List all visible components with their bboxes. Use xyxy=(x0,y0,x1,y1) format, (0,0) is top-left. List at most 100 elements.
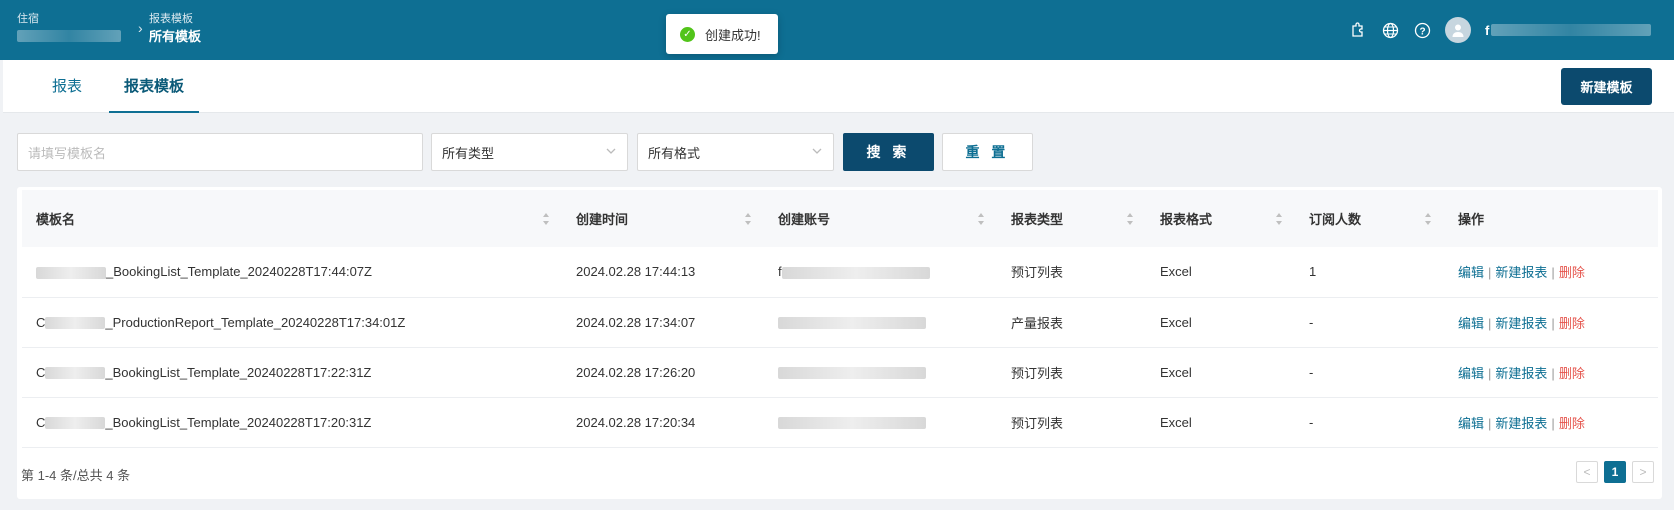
name-prefix: C xyxy=(36,364,46,380)
breadcrumb-root[interactable]: 住宿 xyxy=(17,12,121,45)
breadcrumb-separator-icon: › xyxy=(138,20,143,36)
cell-actions: 编辑 | 新建报表 | 删除 xyxy=(1444,297,1658,348)
cell-template-name: C _BookingList_Template_20240228T17:20:31… xyxy=(22,397,562,448)
edit-link[interactable]: 编辑 xyxy=(1458,265,1484,280)
type-select-value: 所有类型 xyxy=(442,145,495,161)
column-header-type[interactable]: 报表类型 xyxy=(997,190,1146,247)
puzzle-icon[interactable] xyxy=(1349,21,1367,39)
sort-icon[interactable] xyxy=(1424,212,1432,226)
cell-report-type: 预订列表 xyxy=(997,347,1146,398)
template-name-input[interactable]: 请填写模板名 xyxy=(17,133,423,171)
cell-created: 2024.02.28 17:26:20 xyxy=(562,347,764,398)
column-header-format[interactable]: 报表格式 xyxy=(1146,190,1295,247)
new-report-link[interactable]: 新建报表 xyxy=(1495,265,1547,280)
new-template-button[interactable]: 新建模板 xyxy=(1561,68,1652,105)
delete-link[interactable]: 删除 xyxy=(1559,366,1585,381)
help-icon[interactable]: ? xyxy=(1413,21,1431,39)
column-header-name[interactable]: 模板名 xyxy=(22,190,562,247)
column-label: 操作 xyxy=(1458,212,1485,227)
column-header-subscribers[interactable]: 订阅人数 xyxy=(1295,190,1444,247)
pagination: < 1 > xyxy=(1576,461,1654,483)
action-separator: | xyxy=(1488,265,1492,281)
breadcrumb-root-label: 住宿 xyxy=(17,13,39,25)
redacted-account xyxy=(778,367,926,380)
cell-report-type: 预订列表 xyxy=(997,397,1146,448)
edit-link[interactable]: 编辑 xyxy=(1458,416,1484,431)
toast-message: 创建成功! xyxy=(705,27,761,43)
new-report-link[interactable]: 新建报表 xyxy=(1495,416,1547,431)
table-row: C _BookingList_Template_20240228T17:20:31… xyxy=(22,397,1658,448)
page-1-button[interactable]: 1 xyxy=(1604,461,1626,483)
cell-account xyxy=(764,347,997,398)
redacted-name-part xyxy=(45,317,106,330)
cell-report-format: Excel xyxy=(1146,347,1295,398)
column-label: 报表格式 xyxy=(1160,212,1213,227)
sort-icon[interactable] xyxy=(977,212,985,226)
breadcrumb-root-value xyxy=(17,30,121,45)
new-report-link[interactable]: 新建报表 xyxy=(1495,366,1547,381)
column-header-created[interactable]: 创建时间 xyxy=(562,190,764,247)
delete-link[interactable]: 删除 xyxy=(1559,416,1585,431)
avatar-icon[interactable] xyxy=(1445,17,1471,43)
check-circle-icon: ✓ xyxy=(680,26,695,42)
column-label: 报表类型 xyxy=(1011,212,1064,227)
delete-link[interactable]: 删除 xyxy=(1559,316,1585,331)
cell-account xyxy=(764,397,997,448)
table-row: C _BookingList_Template_20240228T17:22:31… xyxy=(22,347,1658,398)
tab-reports[interactable]: 报表 xyxy=(43,60,91,113)
table-header-row: 模板名 创建时间 创建账号 报表类型 报表格式 订阅人数 操作 xyxy=(22,190,1658,247)
cell-account xyxy=(764,297,997,348)
format-select-value: 所有格式 xyxy=(648,145,701,161)
cell-created: 2024.02.28 17:44:13 xyxy=(562,247,764,298)
search-button[interactable]: 搜 索 xyxy=(843,133,934,171)
breadcrumb-current: 所有模板 xyxy=(149,29,202,44)
cell-subscribers: 1 xyxy=(1295,247,1444,298)
delete-link[interactable]: 删除 xyxy=(1559,265,1585,280)
sort-icon[interactable] xyxy=(1275,212,1283,226)
table-row: _BookingList_Template_20240228T17:44:07Z… xyxy=(22,247,1658,298)
breadcrumb-parent[interactable]: 报表模板 xyxy=(149,12,201,26)
action-separator: | xyxy=(1488,415,1492,431)
breadcrumb-current-block: 报表模板 所有模板 xyxy=(149,12,201,44)
sort-icon[interactable] xyxy=(744,212,752,226)
user-name[interactable]: f xyxy=(1485,23,1652,38)
cell-report-format: Excel xyxy=(1146,297,1295,348)
edit-link[interactable]: 编辑 xyxy=(1458,316,1484,331)
action-separator: | xyxy=(1551,265,1555,281)
next-page-button[interactable]: > xyxy=(1632,461,1654,483)
edit-link[interactable]: 编辑 xyxy=(1458,366,1484,381)
reset-button[interactable]: 重 置 xyxy=(942,133,1033,171)
pagination-summary: 第 1-4 条/总共 4 条 xyxy=(21,468,131,483)
templates-table-card: 模板名 创建时间 创建账号 报表类型 报表格式 订阅人数 操作 _Booking… xyxy=(17,187,1662,499)
globe-icon[interactable] xyxy=(1381,21,1399,39)
cell-template-name: C _ProductionReport_Template_20240228T17:… xyxy=(22,297,562,348)
type-select[interactable]: 所有类型 xyxy=(431,133,628,171)
cell-created: 2024.02.28 17:20:34 xyxy=(562,397,764,448)
format-select[interactable]: 所有格式 xyxy=(637,133,834,171)
action-separator: | xyxy=(1551,365,1555,381)
cell-report-type: 产量报表 xyxy=(997,297,1146,348)
cell-actions: 编辑 | 新建报表 | 删除 xyxy=(1444,347,1658,398)
column-header-account[interactable]: 创建账号 xyxy=(764,190,997,247)
cell-actions: 编辑 | 新建报表 | 删除 xyxy=(1444,397,1658,448)
redacted-name-part xyxy=(45,367,106,380)
sort-icon[interactable] xyxy=(542,212,550,226)
redacted-user-name xyxy=(1491,24,1652,36)
cell-report-format: Excel xyxy=(1146,397,1295,448)
cell-template-name: _BookingList_Template_20240228T17:44:07Z xyxy=(22,247,562,298)
cell-created: 2024.02.28 17:34:07 xyxy=(562,297,764,348)
column-label: 模板名 xyxy=(36,212,76,227)
column-header-actions: 操作 xyxy=(1444,190,1658,247)
cell-template-name: C _BookingList_Template_20240228T17:22:31… xyxy=(22,347,562,398)
column-label: 订阅人数 xyxy=(1309,212,1362,227)
table-row: C _ProductionReport_Template_20240228T17:… xyxy=(22,297,1658,348)
cell-account: f xyxy=(764,247,997,298)
action-separator: | xyxy=(1551,415,1555,431)
action-separator: | xyxy=(1551,315,1555,331)
template-name: _ProductionReport_Template_20240228T17:3… xyxy=(105,314,406,330)
sort-icon[interactable] xyxy=(1126,212,1134,226)
new-report-link[interactable]: 新建报表 xyxy=(1495,316,1547,331)
redacted-name-part xyxy=(36,266,106,279)
prev-page-button[interactable]: < xyxy=(1576,461,1598,483)
tab-report-templates[interactable]: 报表模板 xyxy=(109,60,199,113)
